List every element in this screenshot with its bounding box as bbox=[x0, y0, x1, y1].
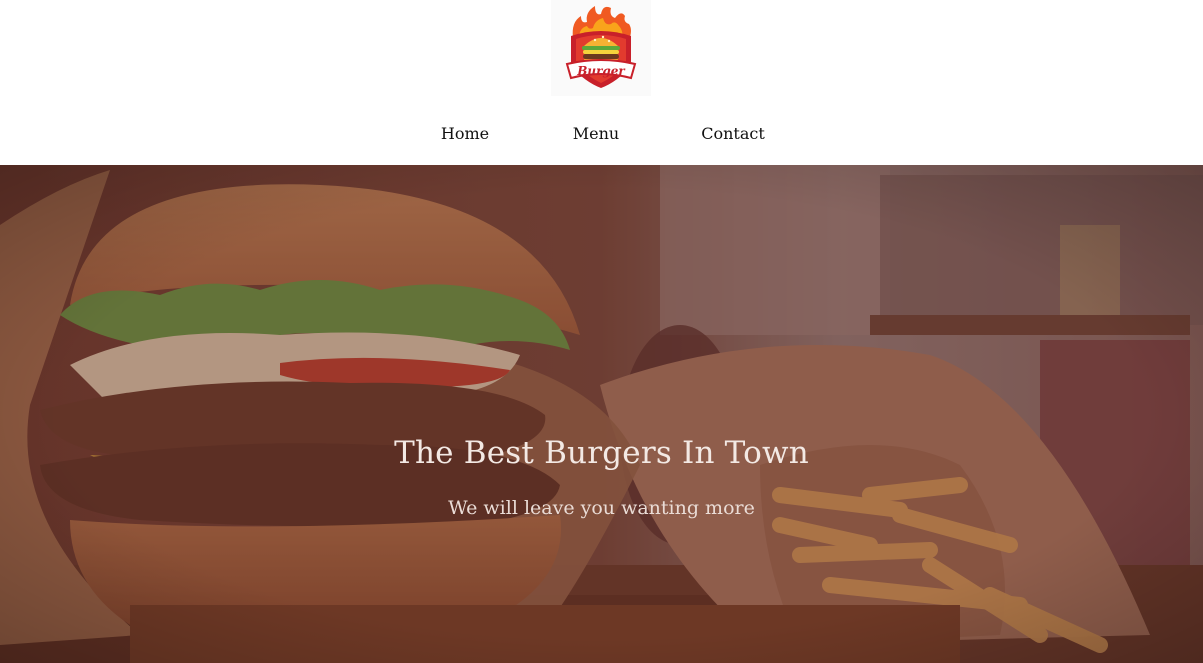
nav-item-home[interactable]: Home bbox=[441, 124, 489, 143]
logo-text: Burger bbox=[576, 64, 626, 78]
hero-title: The Best Burgers In Town bbox=[394, 435, 809, 471]
burger-logo-icon[interactable]: Burger bbox=[551, 0, 651, 96]
nav-item-contact[interactable]: Contact bbox=[701, 124, 765, 143]
hero-subtitle: We will leave you wanting more bbox=[448, 497, 755, 519]
hero-banner: The Best Burgers In Town We will leave y… bbox=[0, 165, 1203, 663]
site-header: Burger Home Menu Contact bbox=[0, 0, 1203, 165]
hero-background-image bbox=[0, 165, 1203, 663]
main-nav: Home Menu Contact bbox=[0, 124, 1203, 148]
nav-item-menu[interactable]: Menu bbox=[573, 124, 619, 143]
